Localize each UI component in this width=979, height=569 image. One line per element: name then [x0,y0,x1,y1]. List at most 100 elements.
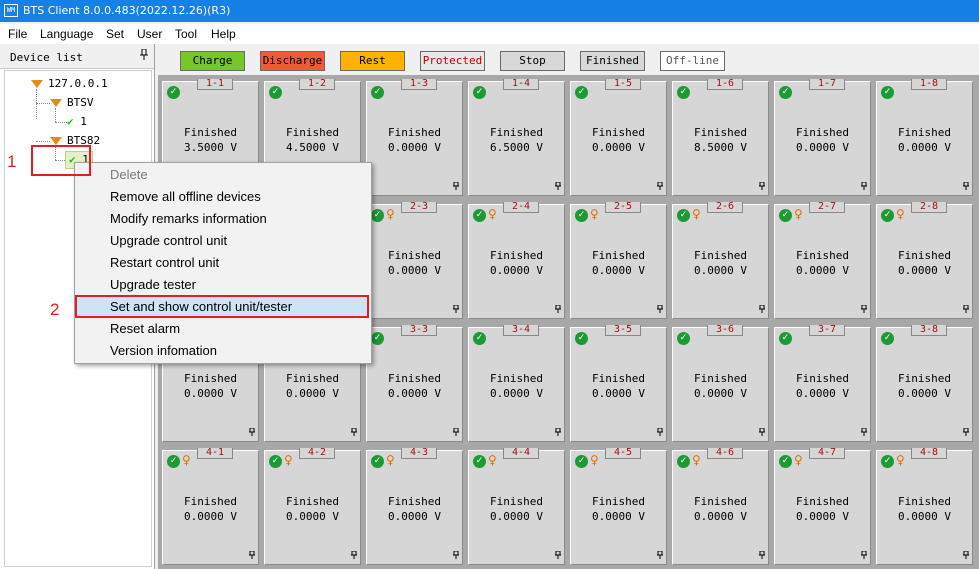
menu-help[interactable]: Help [211,27,236,41]
menu-set[interactable]: Set [106,27,124,41]
channel-status: Finished [796,495,849,508]
menu-item-restart-control-unit[interactable]: Restart control unit [110,255,219,270]
annotation-step-2: 2 [50,300,60,319]
channel-cell[interactable]: 4-2 ✓ ♀ Finished 0.0000 V [264,448,361,565]
channel-cell[interactable]: 3-3 ✓ Finished 0.0000 V [366,325,463,442]
expand-arrow-icon[interactable] [50,137,62,145]
pin-icon[interactable] [453,550,459,561]
pin-icon[interactable] [861,304,867,315]
pin-icon[interactable] [963,427,969,438]
channel-id: 3-8 [911,325,947,336]
channel-cell[interactable]: 4-4 ✓ ♀ Finished 0.0000 V [468,448,565,565]
channel-cell[interactable]: 1-5 ✓ Finished 0.0000 V [570,79,667,196]
channel-cell[interactable]: 4-8 ✓ ♀ Finished 0.0000 V [876,448,973,565]
channel-cell[interactable]: 2-3 ✓ ♀ Finished 0.0000 V [366,202,463,319]
channel-status: Finished [898,495,951,508]
channel-cell[interactable]: 2-6 ✓ ♀ Finished 0.0000 V [672,202,769,319]
channel-id: 1-3 [401,79,437,90]
channel-cell[interactable]: 3-8 ✓ Finished 0.0000 V [876,325,973,442]
menu-item-version-info[interactable]: Version infomation [110,343,217,358]
pin-icon[interactable] [351,550,357,561]
channel-cell[interactable]: 1-7 ✓ Finished 0.0000 V [774,79,871,196]
channel-cell[interactable]: 2-7 ✓ ♀ Finished 0.0000 V [774,202,871,319]
check-circle-icon: ✓ [677,332,690,345]
channel-cell[interactable]: 4-7 ✓ ♀ Finished 0.0000 V [774,448,871,565]
check-icon: ✔ [67,115,74,128]
pin-icon[interactable] [759,181,765,192]
channel-cell[interactable]: 4-6 ✓ ♀ Finished 0.0000 V [672,448,769,565]
pin-icon[interactable] [453,181,459,192]
pin-icon[interactable] [861,181,867,192]
pin-icon[interactable] [861,550,867,561]
channel-cell[interactable]: 1-6 ✓ Finished 8.5000 V [672,79,769,196]
menu-item-reset-alarm[interactable]: Reset alarm [110,321,180,336]
channel-cell[interactable]: 4-1 ✓ ♀ Finished 0.0000 V [162,448,259,565]
pin-icon[interactable] [657,550,663,561]
channel-voltage: 0.0000 V [388,510,441,523]
pin-icon[interactable] [140,48,148,63]
channel-cell[interactable]: 4-5 ✓ ♀ Finished 0.0000 V [570,448,667,565]
channel-cell[interactable]: 1-8 ✓ Finished 0.0000 V [876,79,973,196]
pin-icon[interactable] [555,427,561,438]
channel-cell[interactable]: 3-5 ✓ Finished 0.0000 V [570,325,667,442]
menu-item-modify-remarks[interactable]: Modify remarks information [110,211,267,226]
channel-status: Finished [388,495,441,508]
channel-cell[interactable]: 3-6 ✓ Finished 0.0000 V [672,325,769,442]
check-circle-icon: ✓ [575,332,588,345]
channel-status: Finished [592,372,645,385]
channel-cell[interactable]: 1-3 ✓ Finished 0.0000 V [366,79,463,196]
check-circle-icon: ✓ [269,86,282,99]
expand-arrow-icon[interactable] [31,80,43,88]
pin-icon[interactable] [963,181,969,192]
expand-arrow-icon[interactable] [50,99,62,107]
pin-icon[interactable] [759,427,765,438]
menu-item-delete[interactable]: Delete [110,167,148,182]
pin-icon[interactable] [555,181,561,192]
channel-cell[interactable]: 3-4 ✓ Finished 0.0000 V [468,325,565,442]
channel-id: 2-7 [809,202,845,213]
menu-item-upgrade-control-unit[interactable]: Upgrade control unit [110,233,227,248]
pin-icon[interactable] [963,550,969,561]
menu-tool[interactable]: Tool [175,27,197,41]
check-circle-icon: ✓ [371,209,384,222]
check-circle-icon: ✓ [575,455,588,468]
pin-icon[interactable] [555,304,561,315]
annotation-step-1: 1 [7,152,17,171]
check-circle-icon: ✓ [881,209,894,222]
channel-cell[interactable]: 2-8 ✓ ♀ Finished 0.0000 V [876,202,973,319]
pin-icon[interactable] [759,550,765,561]
alarm-icon: ♀ [896,453,905,467]
channel-cell[interactable]: 2-4 ✓ ♀ Finished 0.0000 V [468,202,565,319]
pin-icon[interactable] [351,427,357,438]
pin-icon[interactable] [249,427,255,438]
menu-user[interactable]: User [137,27,162,41]
menu-item-upgrade-tester[interactable]: Upgrade tester [110,277,196,292]
channel-cell[interactable]: 3-7 ✓ Finished 0.0000 V [774,325,871,442]
pin-icon[interactable] [963,304,969,315]
pin-icon[interactable] [657,304,663,315]
pin-icon[interactable] [453,427,459,438]
tree-root[interactable]: 127.0.0.1 [31,77,108,90]
check-circle-icon: ✓ [779,209,792,222]
channel-cell[interactable]: 4-3 ✓ ♀ Finished 0.0000 V [366,448,463,565]
channel-id: 4-1 [197,448,233,459]
pin-icon[interactable] [657,427,663,438]
pin-icon[interactable] [657,181,663,192]
check-circle-icon: ✓ [473,209,486,222]
channel-voltage: 3.5000 V [184,141,237,154]
pin-icon[interactable] [861,427,867,438]
channel-cell[interactable]: 2-5 ✓ ♀ Finished 0.0000 V [570,202,667,319]
menu-item-remove-offline[interactable]: Remove all offline devices [110,189,261,204]
channel-cell[interactable]: 1-4 ✓ Finished 6.5000 V [468,79,565,196]
tree-group-btsv[interactable]: BTSV [50,96,94,109]
pin-icon[interactable] [249,550,255,561]
legend-offline: Off-line [660,51,725,71]
pin-icon[interactable] [453,304,459,315]
pin-icon[interactable] [555,550,561,561]
menu-file[interactable]: File [8,27,27,41]
channel-status: Finished [184,495,237,508]
menu-language[interactable]: Language [40,27,93,41]
pin-icon[interactable] [759,304,765,315]
tree-device-btsv-1[interactable]: ✔ 1 [67,115,87,128]
channel-id: 1-2 [299,79,335,90]
